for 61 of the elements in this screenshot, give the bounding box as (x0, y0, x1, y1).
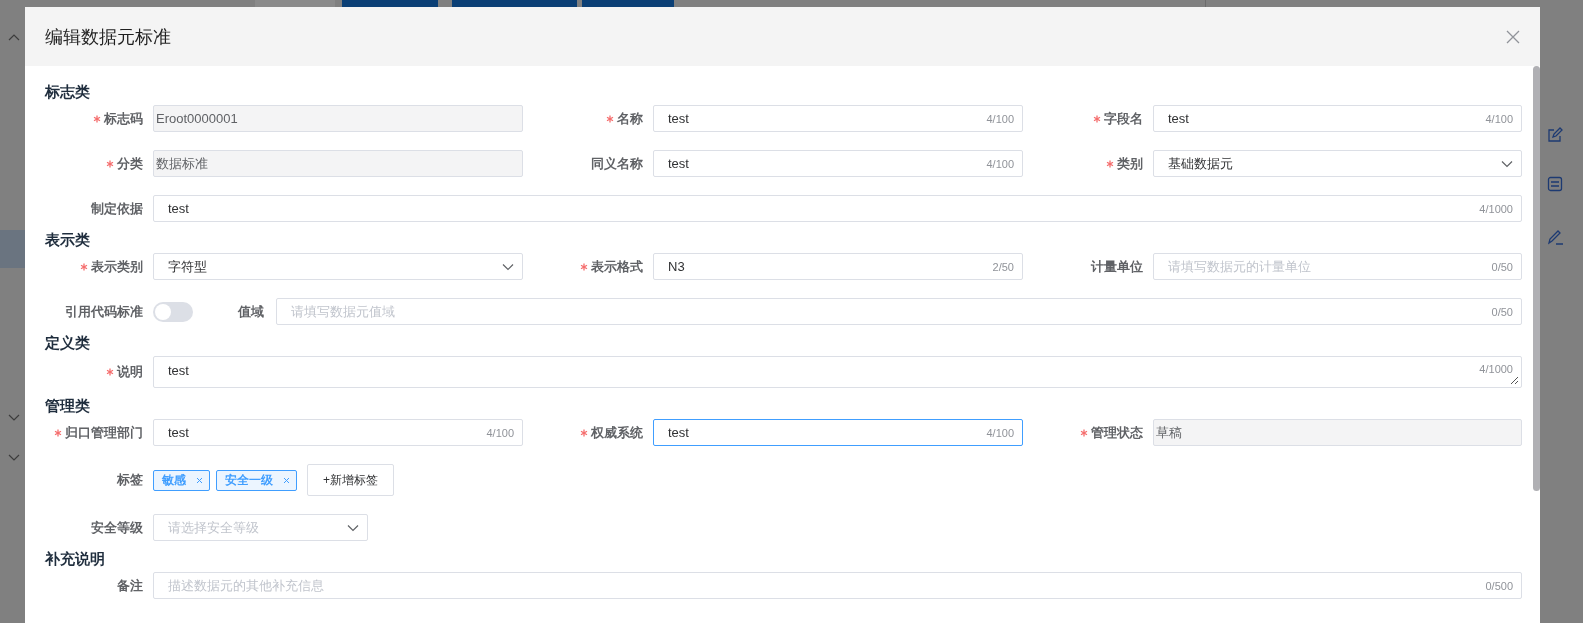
section-title: 管理类 (45, 396, 91, 416)
field-label: 权威系统 (591, 423, 643, 442)
chevron-down-icon (502, 262, 514, 271)
input-field[interactable]: test 4/100 (653, 419, 1023, 446)
required-asterisk-icon (580, 428, 588, 437)
section-title: 表示类 (45, 230, 91, 250)
required-asterisk-icon (1080, 428, 1088, 437)
select-field[interactable]: 基础数据元 (1153, 150, 1522, 177)
section-title: 定义类 (45, 333, 91, 353)
select-field[interactable]: 字符型 (153, 253, 523, 280)
field-label: 值域 (238, 302, 264, 321)
chevron-down-icon (1501, 159, 1513, 168)
required-asterisk-icon (106, 159, 114, 168)
required-asterisk-icon (93, 114, 101, 123)
required-asterisk-icon (1106, 159, 1114, 168)
field-label: 名称 (617, 109, 643, 128)
field-label: 制定依据 (91, 199, 143, 218)
field-label: 分类 (117, 154, 143, 173)
close-icon[interactable] (283, 476, 290, 484)
tag: 安全一级 (216, 469, 297, 491)
scrollbar[interactable] (1533, 66, 1540, 491)
input-field[interactable]: test 4/100 (653, 105, 1023, 132)
field-label: 标志码 (104, 109, 143, 128)
pen-icon[interactable] (1547, 229, 1563, 245)
edit-icon[interactable] (1547, 127, 1563, 143)
required-asterisk-icon (80, 262, 88, 271)
field-label: 管理状态 (1091, 423, 1143, 442)
section-title: 标志类 (45, 82, 91, 102)
field-label: 表示格式 (591, 257, 643, 276)
text-area[interactable]: test 4/1000 (153, 356, 1522, 388)
close-icon[interactable] (196, 476, 203, 484)
required-asterisk-icon (1093, 114, 1101, 123)
field-label: 引用代码标准 (65, 302, 143, 321)
field-label: 归口管理部门 (65, 423, 143, 442)
field-label: 安全等级 (91, 518, 143, 537)
input-field[interactable]: N3 2/50 (653, 253, 1023, 280)
form-icon[interactable] (1547, 176, 1563, 192)
required-asterisk-icon (54, 428, 62, 437)
field-label: 计量单位 (1091, 257, 1143, 276)
section-title: 补充说明 (45, 549, 106, 569)
resize-handle-icon[interactable] (1510, 376, 1519, 385)
input-field[interactable]: test 4/100 (153, 419, 523, 446)
field-label: 字段名 (1104, 109, 1143, 128)
input-field[interactable]: test 4/100 (1153, 105, 1522, 132)
required-asterisk-icon (580, 262, 588, 271)
tag: 敏感 (153, 469, 210, 491)
dialog-title: 编辑数据元标准 (45, 25, 171, 49)
field-label: 表示类别 (91, 257, 143, 276)
field-label: 类别 (1117, 154, 1143, 173)
toggle-switch[interactable] (153, 301, 193, 322)
input-field[interactable]: test 4/1000 (153, 195, 1522, 222)
close-icon[interactable] (1506, 29, 1520, 44)
field-label: 标签 (117, 471, 143, 489)
required-asterisk-icon (106, 368, 114, 376)
field-label: 说明 (117, 363, 143, 381)
add-tag-button[interactable]: +新增标签 (307, 464, 394, 496)
field-label: 备注 (117, 576, 143, 595)
field-label: 同义名称 (591, 154, 643, 173)
required-asterisk-icon (606, 114, 614, 123)
chevron-down-icon (347, 523, 359, 532)
input-field[interactable]: test 4/100 (653, 150, 1023, 177)
